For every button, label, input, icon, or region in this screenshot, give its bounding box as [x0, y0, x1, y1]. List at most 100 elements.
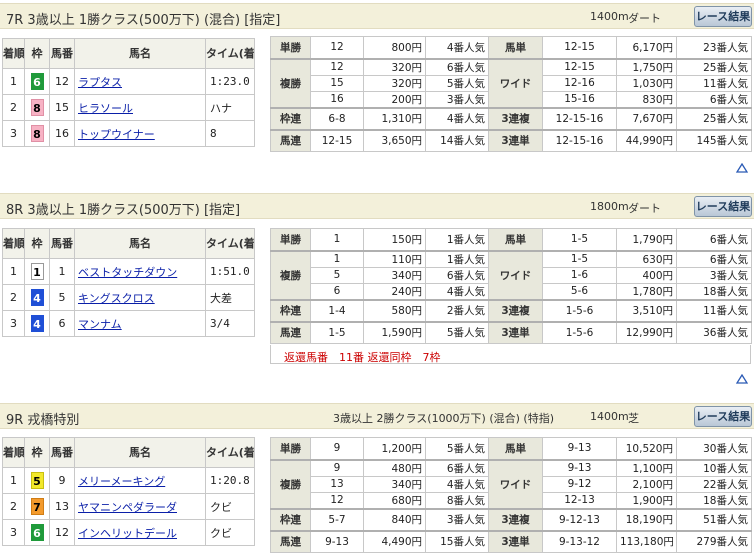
- race-header-bar: 8R 3歳以上 1勝クラス(500万下) [指定] 1800m ダート レース結果: [0, 193, 754, 219]
- race-result-button[interactable]: レース結果: [694, 196, 752, 217]
- payout-popularity: 51番人気: [676, 507, 752, 531]
- payout-combo: 12-15: [542, 57, 617, 76]
- payout-popularity: 10番人気: [676, 458, 752, 477]
- horse-number: 12: [49, 519, 75, 546]
- payout-amount: 480円: [363, 458, 426, 477]
- payout-combo: 12: [310, 491, 364, 509]
- payout-popularity: 11番人気: [676, 298, 752, 322]
- finish-rank: 2: [2, 284, 25, 311]
- horse-number: 16: [49, 120, 75, 147]
- finish-time: 1:51.0: [205, 258, 255, 285]
- header-rank: 着順: [2, 437, 25, 468]
- horse-name-link[interactable]: マンナム: [76, 318, 122, 331]
- payout-popularity: 6番人気: [425, 57, 489, 76]
- payout-popularity: 6番人気: [425, 458, 489, 477]
- payout-popularity: 6番人気: [425, 266, 489, 284]
- payout-combo: 12-15: [542, 36, 617, 59]
- horse-name-link[interactable]: ヤマニンペダラーダ: [76, 501, 177, 514]
- race-header-bar: 9R 戎橋特別 3歳以上 2勝クラス(1000万下) (混合) (特指) 1400m…: [0, 403, 754, 429]
- finish-row: 1 6 12 ラプタス 1:23.0: [2, 68, 255, 95]
- payout-type-left: 複勝: [270, 458, 311, 509]
- race-result-button[interactable]: レース結果: [694, 406, 752, 427]
- finish-time: 8: [205, 120, 255, 147]
- back-to-top-icon[interactable]: [736, 163, 748, 173]
- finish-row: 2 8 15 ヒラソール ハナ: [2, 94, 255, 121]
- payout-amount: 200円: [363, 90, 426, 108]
- horse-name-link[interactable]: ベストタッチダウン: [76, 266, 177, 279]
- header-time: タイム(着差): [205, 437, 255, 468]
- race-result-button[interactable]: レース結果: [694, 6, 752, 27]
- payout-combo: 1-6: [542, 266, 617, 284]
- waku-badge: 6: [30, 524, 44, 541]
- waku-cell: 4: [24, 284, 50, 311]
- header-waku: 枠: [24, 38, 50, 69]
- payout-amount: 580円: [363, 298, 426, 322]
- payout-amount: 7,670円: [616, 106, 677, 130]
- payout-type-left: 単勝: [270, 228, 311, 251]
- finish-table: 着順枠馬番馬名タイム(着差)111ベストタッチダウン1:51.0245キングスク…: [2, 228, 255, 337]
- payout-combo: 12-15-16: [542, 128, 617, 152]
- horse-name-link[interactable]: メリーメーキング: [76, 475, 165, 488]
- horse-name-link[interactable]: インヘリットデール: [76, 527, 177, 540]
- payout-combo: 1-5: [310, 320, 364, 344]
- payout-table: 単勝 9 1,200円 5番人気 馬単 9-13 10,520円 30番人気 複勝 9 480円 6番…: [270, 437, 752, 553]
- payout-row: 馬連 9-13 4,490円 15番人気 3連単 9-13-12 113,180円 279番人…: [270, 529, 752, 553]
- horse-name-link[interactable]: キングスクロス: [76, 292, 155, 305]
- payout-type-right: 3連複: [488, 106, 543, 130]
- payout-combo: 9-13: [542, 458, 617, 477]
- payout-popularity: 18番人気: [676, 491, 752, 509]
- payout-popularity: 18番人気: [676, 282, 752, 300]
- waku-cell: 7: [24, 493, 50, 520]
- payout-amount: 1,780円: [616, 282, 677, 300]
- horse-name-link[interactable]: ラプタス: [76, 76, 122, 89]
- payout-popularity: 5番人気: [425, 320, 489, 344]
- payout-combo: 9: [310, 458, 364, 477]
- payout-row: 単勝 12 800円 4番人気 馬単 12-15 6,170円 23番人気: [270, 36, 752, 59]
- horse-name-link[interactable]: トップウイナー: [76, 128, 155, 141]
- payout-combo: 1: [310, 249, 364, 268]
- payout-type-left: 単勝: [270, 437, 311, 460]
- payout-popularity: 1番人気: [425, 228, 489, 251]
- payout-combo: 12-16: [542, 74, 617, 92]
- payout-popularity: 4番人気: [425, 106, 489, 130]
- header-umaban: 馬番: [49, 228, 75, 259]
- payout-combo: 5: [310, 266, 364, 284]
- back-to-top-icon[interactable]: [736, 374, 748, 384]
- horse-name-link[interactable]: ヒラソール: [76, 102, 133, 115]
- payout-amount: 18,190円: [616, 507, 677, 531]
- finish-rank: 2: [2, 94, 25, 121]
- payout-combo: 5-7: [310, 507, 364, 531]
- payout-type-left: 枠連: [270, 507, 311, 531]
- header-horse: 馬名: [74, 38, 206, 69]
- header-time: タイム(着差): [205, 38, 255, 69]
- payout-popularity: 3番人気: [425, 90, 489, 108]
- waku-cell: 6: [24, 519, 50, 546]
- payout-amount: 830円: [616, 90, 677, 108]
- payout-type-right: 3連単: [488, 320, 543, 344]
- race-title: 7R 3歳以上 1勝クラス(500万下) (混合) [指定]: [6, 13, 281, 28]
- payout-popularity: 6番人気: [676, 249, 752, 268]
- finish-rank: 3: [2, 120, 25, 147]
- header-rank: 着順: [2, 38, 25, 69]
- payout-popularity: 5番人気: [425, 74, 489, 92]
- horse-number: 5: [49, 284, 75, 311]
- finish-time: ハナ: [205, 94, 255, 121]
- horse-name-cell: マンナム: [74, 310, 206, 337]
- horse-name-cell: ヤマニンペダラーダ: [74, 493, 206, 520]
- payout-amount: 320円: [363, 57, 426, 76]
- race-conditions: 3歳以上 2勝クラス(1000万下) (混合) (特指): [333, 412, 555, 425]
- payout-table: 単勝 12 800円 4番人気 馬単 12-15 6,170円 23番人気 複勝 12 320円 6番…: [270, 36, 752, 152]
- finish-time: クビ: [205, 493, 255, 520]
- payout-combo: 9-12: [542, 475, 617, 493]
- payout-popularity: 4番人気: [425, 475, 489, 493]
- payout-amount: 44,990円: [616, 128, 677, 152]
- finish-time: 3/4: [205, 310, 255, 337]
- payout-amount: 340円: [363, 475, 426, 493]
- payout-popularity: 15番人気: [425, 529, 489, 553]
- payout-combo: 5-6: [542, 282, 617, 300]
- payout-row: 複勝 12 320円 6番人気 ワイド 12-15 1,750円 25番人気: [270, 57, 752, 108]
- payout-row: 馬連 12-15 3,650円 14番人気 3連単 12-15-16 44,990円 145番…: [270, 128, 752, 152]
- horse-number: 15: [49, 94, 75, 121]
- payout-amount: 1,590円: [363, 320, 426, 344]
- race-distance: 1400m: [590, 10, 629, 23]
